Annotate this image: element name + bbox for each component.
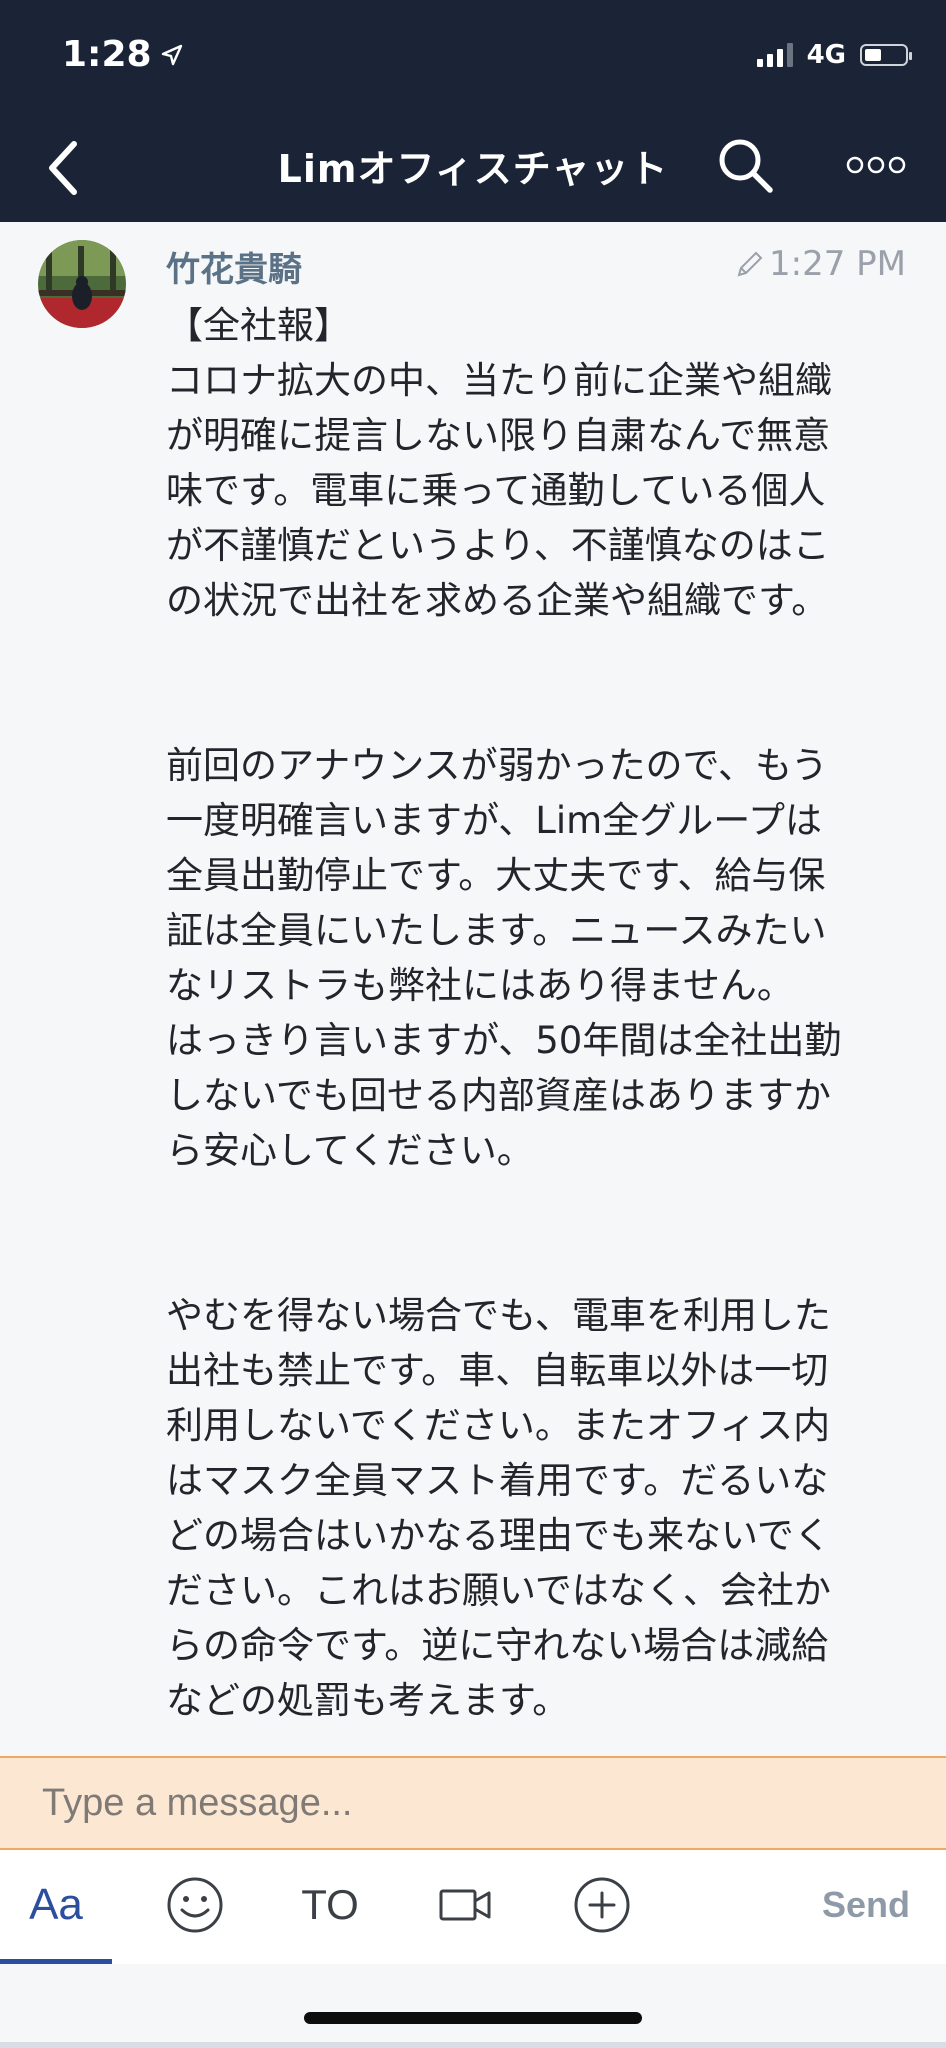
bottom-divider: [0, 2042, 946, 2048]
more-icon: [846, 156, 906, 174]
message-input[interactable]: [40, 1780, 904, 1826]
chat-message: 竹花貴騎 1:27 PM 【全社報】 コロナ拡大の中、当たり前に企業や組織 が明…: [0, 222, 946, 1756]
send-button[interactable]: Send: [822, 1850, 910, 1960]
home-indicator: [304, 2012, 642, 2024]
message-text: 【全社報】 コロナ拡大の中、当たり前に企業や組織 が明確に提言しない限り自粛なん…: [166, 304, 842, 1722]
search-button[interactable]: [716, 136, 776, 196]
avatar[interactable]: [38, 240, 126, 328]
format-text-button[interactable]: Aa: [0, 1850, 112, 1964]
composer-toolbar: Aa TO Send: [0, 1850, 946, 1964]
app-header: 1:28 4G Limオフィスチャット: [0, 0, 946, 222]
message-input-bar[interactable]: [0, 1756, 946, 1850]
message-meta: 1:27 PM: [735, 244, 906, 284]
search-icon: [719, 139, 773, 193]
more-button[interactable]: [846, 150, 906, 180]
clock-text: 1:28: [62, 34, 152, 75]
network-type: 4G: [806, 40, 846, 70]
battery-icon: [860, 44, 912, 66]
signal-icon: [756, 43, 793, 67]
status-time: 1:28: [62, 34, 184, 75]
emoji-button[interactable]: [160, 1850, 230, 1960]
chat-title: Limオフィスチャット: [277, 147, 669, 191]
attach-button[interactable]: [572, 1850, 632, 1960]
message-time: 1:27 PM: [769, 244, 906, 284]
mention-to-button[interactable]: TO: [290, 1850, 370, 1960]
smiley-icon: [167, 1877, 223, 1933]
status-indicators: 4G: [756, 40, 912, 70]
location-arrow-icon: [161, 44, 182, 65]
plus-circle-icon: [574, 1877, 630, 1933]
video-icon: [439, 1889, 491, 1921]
video-call-button[interactable]: [436, 1850, 496, 1960]
edit-pencil-icon: [737, 251, 763, 277]
sender-name[interactable]: 竹花貴騎: [166, 242, 302, 291]
